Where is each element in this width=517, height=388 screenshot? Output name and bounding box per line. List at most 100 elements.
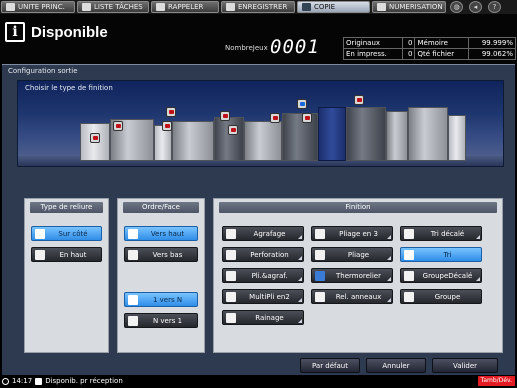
tab-label: RAPPELER bbox=[168, 3, 204, 11]
receive-icon bbox=[35, 377, 43, 385]
fold-staple-icon bbox=[226, 270, 236, 281]
tab-main-unit[interactable]: UNITE PRINC. bbox=[1, 1, 75, 13]
status-text: Disponible bbox=[31, 23, 108, 41]
paper-feeder-unit bbox=[386, 111, 408, 161]
finish-offset-group-button[interactable]: GroupeDécalé bbox=[400, 268, 482, 283]
drum-developer-warning[interactable]: Tamb/Dév. bbox=[477, 376, 515, 386]
face-up-button[interactable]: Vers haut bbox=[124, 226, 198, 241]
tab-copy[interactable]: COPIE bbox=[297, 1, 370, 13]
error-marker-icon bbox=[354, 95, 364, 105]
finishing-panel: Finition Agrafage Pliage en 3 Tri décalé… bbox=[213, 198, 503, 353]
perfect-binder-icon bbox=[315, 270, 325, 281]
binding-side-button[interactable]: Sur côté bbox=[31, 226, 102, 241]
status-time-group: 14:17 Disponib. pr réception bbox=[2, 377, 123, 385]
offset-sort-icon bbox=[404, 228, 414, 239]
finish-staple-button[interactable]: Agrafage bbox=[222, 226, 304, 241]
help-icon[interactable]: ? bbox=[488, 1, 501, 13]
tab-scan[interactable]: NUMERISATION bbox=[372, 1, 446, 13]
settings-corner-icon bbox=[476, 277, 480, 281]
output-settings-panel: Configuration sortie Choisir le type de … bbox=[2, 64, 515, 375]
counters-table: Originaux 0 Mémoire 99.999% En impress. … bbox=[342, 37, 516, 60]
finish-crease-button[interactable]: Rainage bbox=[222, 310, 304, 325]
header: i Disponible NombreJeux 0001 Originaux 0… bbox=[0, 14, 517, 64]
status-bar: 14:17 Disponib. pr réception Tamb/Dév. bbox=[0, 375, 517, 388]
settings-corner-icon bbox=[298, 319, 302, 323]
copies-count: 0001 bbox=[270, 36, 320, 58]
fold-icon bbox=[315, 249, 325, 260]
memory-label: Mémoire bbox=[414, 37, 470, 49]
side-binding-icon bbox=[35, 228, 45, 239]
order-face-panel: Ordre/Face Vers haut Vers bas 1 vers N N… bbox=[117, 198, 205, 353]
face-up-icon bbox=[128, 228, 138, 239]
error-marker-icon bbox=[166, 107, 176, 117]
copies-label: NombreJeux bbox=[225, 44, 268, 52]
finish-group-button[interactable]: Groupe bbox=[400, 289, 482, 304]
group-icon bbox=[404, 291, 414, 302]
finish-ring-binding-button[interactable]: Rel. anneaux bbox=[311, 289, 393, 304]
tab-label: UNITE PRINC. bbox=[18, 3, 65, 11]
status-time: 14:17 bbox=[12, 377, 33, 385]
tab-save[interactable]: ENREGISTRER bbox=[221, 1, 295, 13]
error-marker-icon bbox=[220, 111, 230, 121]
offset-group-icon bbox=[404, 270, 414, 281]
printer-unit bbox=[318, 107, 346, 161]
tab-recall[interactable]: RAPPELER bbox=[151, 1, 219, 13]
error-marker-icon bbox=[90, 133, 100, 143]
order-1-n-icon bbox=[128, 294, 138, 305]
finish-offset-sort-button[interactable]: Tri décalé bbox=[400, 226, 482, 241]
error-marker-icon bbox=[162, 121, 172, 131]
crease-icon bbox=[226, 312, 236, 323]
finisher-unit bbox=[172, 121, 214, 161]
order-1-to-n-button[interactable]: 1 vers N bbox=[124, 292, 198, 307]
finish-multi-fold-button[interactable]: MultiPli en2 bbox=[222, 289, 304, 304]
binding-top-button[interactable]: En haut bbox=[31, 247, 102, 262]
finish-sort-button[interactable]: Tri bbox=[400, 247, 482, 262]
info-icon: i bbox=[5, 22, 25, 42]
finishing-prompt: Choisir le type de finition bbox=[25, 84, 113, 92]
finish-fold-staple-button[interactable]: Pli.&agraf. bbox=[222, 268, 304, 283]
face-down-button[interactable]: Vers bas bbox=[124, 247, 198, 262]
finish-punch-button[interactable]: Perforation bbox=[222, 247, 304, 262]
settings-corner-icon bbox=[298, 277, 302, 281]
binding-panel: Type de reliure Sur côté En haut bbox=[24, 198, 109, 353]
save-icon bbox=[226, 3, 235, 11]
finish-fold-button[interactable]: Pliage bbox=[311, 247, 393, 262]
paper-feeder-unit bbox=[448, 115, 466, 161]
error-marker-icon bbox=[113, 121, 123, 131]
tab-label: COPIE bbox=[314, 3, 336, 11]
tab-job-list[interactable]: LISTE TÂCHES bbox=[77, 1, 149, 13]
sort-icon bbox=[404, 249, 414, 260]
settings-corner-icon bbox=[298, 235, 302, 239]
globe-icon[interactable]: ◍ bbox=[450, 1, 463, 13]
selected-marker-icon bbox=[297, 99, 307, 109]
scan-icon bbox=[377, 3, 386, 11]
face-down-icon bbox=[128, 249, 138, 260]
list-icon bbox=[82, 3, 91, 11]
default-button[interactable]: Par défaut bbox=[300, 358, 360, 373]
settings-corner-icon bbox=[298, 298, 302, 302]
error-marker-icon bbox=[270, 113, 280, 123]
staple-icon bbox=[226, 228, 236, 239]
error-marker-icon bbox=[228, 125, 238, 135]
tri-fold-icon bbox=[315, 228, 325, 239]
paper-feeder-unit bbox=[408, 107, 448, 161]
tab-label: NUMERISATION bbox=[389, 3, 443, 11]
settings-corner-icon bbox=[387, 277, 391, 281]
order-n-to-1-button[interactable]: N vers 1 bbox=[124, 313, 198, 328]
recall-icon bbox=[156, 3, 165, 11]
multi-fold-icon bbox=[226, 291, 236, 302]
cancel-button[interactable]: Annuler bbox=[366, 358, 426, 373]
settings-corner-icon bbox=[387, 298, 391, 302]
finish-tri-fold-button[interactable]: Pliage en 3 bbox=[311, 226, 393, 241]
ok-button[interactable]: Valider bbox=[432, 358, 498, 373]
volume-icon[interactable]: ◂ bbox=[469, 1, 482, 13]
settings-corner-icon bbox=[387, 256, 391, 260]
finish-perfect-binder-button[interactable]: Thermorelier bbox=[311, 268, 393, 283]
originals-label: Originaux bbox=[342, 37, 404, 49]
machine-status: i Disponible bbox=[5, 22, 108, 42]
memory-value: 99.999% bbox=[468, 37, 516, 49]
file-value: 99.062% bbox=[468, 48, 516, 60]
top-tab-bar: UNITE PRINC. LISTE TÂCHES RAPPELER ENREG… bbox=[0, 0, 517, 14]
job-status: Disponib. pr réception bbox=[45, 377, 123, 385]
copy-icon bbox=[302, 3, 311, 11]
